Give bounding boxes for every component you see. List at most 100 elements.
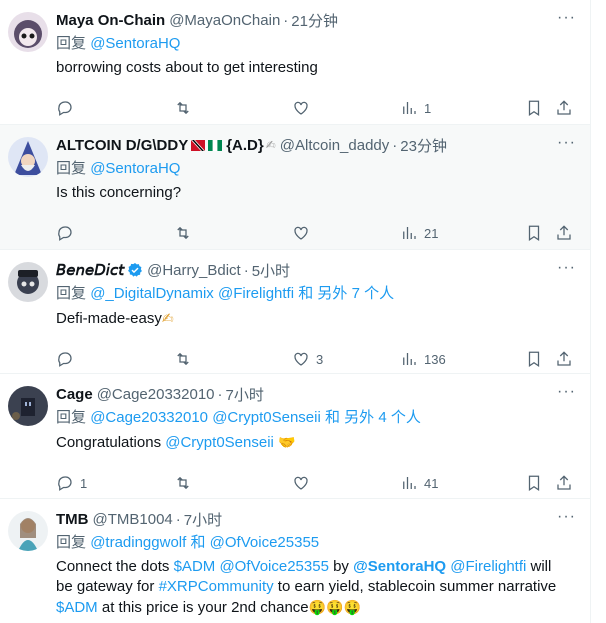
- bookmark-button[interactable]: [525, 474, 555, 492]
- share-button[interactable]: [555, 224, 573, 242]
- reply-icon: [58, 101, 72, 116]
- reply-mention[interactable]: @_DigitalDynamix: [90, 285, 214, 302]
- views-button[interactable]: 21: [400, 224, 525, 242]
- views-icon: [403, 353, 416, 365]
- tweet[interactable]: ALTCOIN D/G\DDY {A.D} ✍ @Altcoin_daddy ·…: [0, 125, 590, 250]
- reply-mention[interactable]: @Firelightfi: [218, 285, 294, 302]
- view-count: 21: [424, 225, 439, 241]
- more-icon[interactable]: ···: [557, 135, 576, 151]
- reply-prefix: 回复: [56, 534, 87, 551]
- like-button[interactable]: [292, 474, 400, 492]
- author-handle[interactable]: @TMB1004: [93, 511, 173, 528]
- reply-icon: [58, 476, 72, 491]
- bookmark-icon: [528, 351, 540, 367]
- like-icon: [294, 101, 308, 115]
- tweet-time[interactable]: 7小时: [184, 509, 222, 529]
- retweet-button[interactable]: [174, 224, 292, 242]
- tweet[interactable]: Cage @Cage20332010 · 7小时 ··· 回复 @Cage203…: [0, 374, 590, 499]
- flag-trinidad-icon: [191, 139, 206, 151]
- like-icon: [294, 226, 308, 240]
- bookmark-icon: [528, 100, 540, 116]
- tweet[interactable]: 𝘉𝘦𝘯𝘦𝘋𝘪𝘤𝘵 @Harry_Bdict · 5小时 ··· 回复 @_Dig…: [0, 250, 590, 374]
- more-icon[interactable]: ···: [557, 10, 576, 26]
- separator-dot: ·: [392, 136, 398, 154]
- separator-dot: ·: [283, 11, 289, 29]
- author-handle[interactable]: @MayaOnChain: [169, 12, 280, 29]
- views-button[interactable]: 41: [400, 474, 525, 492]
- tweet-text-main: Congratulations: [56, 434, 162, 451]
- avatar[interactable]: [8, 12, 48, 52]
- reply-prefix: 回复: [56, 409, 87, 426]
- more-icon[interactable]: ···: [557, 509, 576, 525]
- author-name-suffix[interactable]: {A.D}: [226, 137, 264, 154]
- avatar[interactable]: [8, 386, 48, 426]
- tweet-mention[interactable]: @Crypt0Senseii: [165, 434, 274, 451]
- tweet-mention[interactable]: @OfVoice25355: [219, 558, 328, 575]
- reply-prefix: 回复: [56, 35, 87, 52]
- avatar[interactable]: [8, 137, 48, 177]
- author-name[interactable]: Maya On-Chain: [56, 12, 165, 29]
- view-count: 136: [424, 351, 446, 367]
- author-handle[interactable]: @Altcoin_daddy: [280, 137, 389, 154]
- tweet[interactable]: Maya On-Chain @MayaOnChain · 21分钟 ··· 回复…: [0, 0, 590, 125]
- reply-mention[interactable]: @OfVoice25355: [210, 534, 319, 551]
- more-icon[interactable]: ···: [557, 384, 576, 400]
- author-handle[interactable]: @Cage20332010: [97, 386, 215, 403]
- tweet-time[interactable]: 23分钟: [400, 135, 447, 155]
- reply-mention[interactable]: @tradinggwolf: [90, 534, 186, 551]
- tweet-time[interactable]: 5小时: [252, 260, 290, 280]
- like-button[interactable]: [292, 99, 400, 117]
- reply-prefix: 回复: [56, 285, 87, 302]
- hashtag[interactable]: #XRPCommunity: [159, 578, 274, 595]
- text-segment: be gateway for: [56, 578, 155, 595]
- reply-mention[interactable]: @Cage20332010: [90, 409, 208, 426]
- author-name[interactable]: TMB: [56, 511, 89, 528]
- author-handle[interactable]: @Harry_Bdict: [147, 262, 241, 279]
- share-button[interactable]: [555, 99, 573, 117]
- reply-mention[interactable]: @SentoraHQ: [90, 160, 180, 177]
- bookmark-icon: [528, 475, 540, 491]
- bookmark-button[interactable]: [525, 350, 555, 368]
- reply-button[interactable]: [56, 224, 174, 242]
- retweet-button[interactable]: [174, 99, 292, 117]
- retweet-button[interactable]: [174, 474, 292, 492]
- views-button[interactable]: 1: [400, 99, 525, 117]
- tweet-text: Is this concerning?: [56, 184, 182, 201]
- reply-mention[interactable]: @Crypt0Senseii: [212, 409, 321, 426]
- reply-button[interactable]: [56, 99, 174, 117]
- retweet-button[interactable]: [174, 350, 292, 368]
- cashtag[interactable]: $ADM: [56, 599, 98, 616]
- share-button[interactable]: [555, 474, 573, 492]
- tweet-time[interactable]: 21分钟: [291, 10, 338, 30]
- views-button[interactable]: 136: [400, 350, 525, 368]
- share-icon: [557, 475, 571, 490]
- like-button[interactable]: 3: [292, 350, 400, 368]
- avatar[interactable]: [8, 262, 48, 302]
- more-icon[interactable]: ···: [557, 260, 576, 276]
- author-name[interactable]: ALTCOIN D/G\DDY: [56, 137, 188, 154]
- retweet-icon: [177, 101, 189, 115]
- reply-button[interactable]: 1: [56, 474, 174, 492]
- avatar[interactable]: [8, 511, 48, 551]
- author-name[interactable]: Cage: [56, 386, 93, 403]
- text-segment: at this price is your 2nd chance: [101, 599, 309, 616]
- like-button[interactable]: [292, 224, 400, 242]
- views-icon: [403, 227, 416, 239]
- bookmark-button[interactable]: [525, 99, 555, 117]
- tweet-time[interactable]: 7小时: [226, 384, 264, 404]
- reply-context: 回复 @Cage20332010 @Crypt0Senseii 和 另外 4 个…: [56, 408, 574, 428]
- share-button[interactable]: [555, 350, 573, 368]
- reply-button[interactable]: [56, 350, 174, 368]
- tweet-mention[interactable]: @Firelightfi: [450, 558, 526, 575]
- bookmark-button[interactable]: [525, 224, 555, 242]
- handshake-emoji: 🤝: [278, 434, 296, 450]
- cashtag[interactable]: $ADM: [174, 558, 216, 575]
- reply-mention[interactable]: @SentoraHQ: [90, 35, 180, 52]
- reply-others[interactable]: 另外 4 个人: [344, 409, 421, 426]
- reply-and: 和: [298, 285, 314, 302]
- tweet-mention[interactable]: @SentoraHQ: [353, 558, 446, 575]
- author-name[interactable]: 𝘉𝘦𝘯𝘦𝘋𝘪𝘤𝘵: [56, 261, 124, 279]
- tweet[interactable]: TMB @TMB1004 · 7小时 ··· 回复 @tradinggwolf …: [0, 499, 590, 623]
- reply-others[interactable]: 另外 7 个人: [317, 285, 394, 302]
- tweet-text: Congratulations @Crypt0Senseii 🤝: [56, 432, 574, 453]
